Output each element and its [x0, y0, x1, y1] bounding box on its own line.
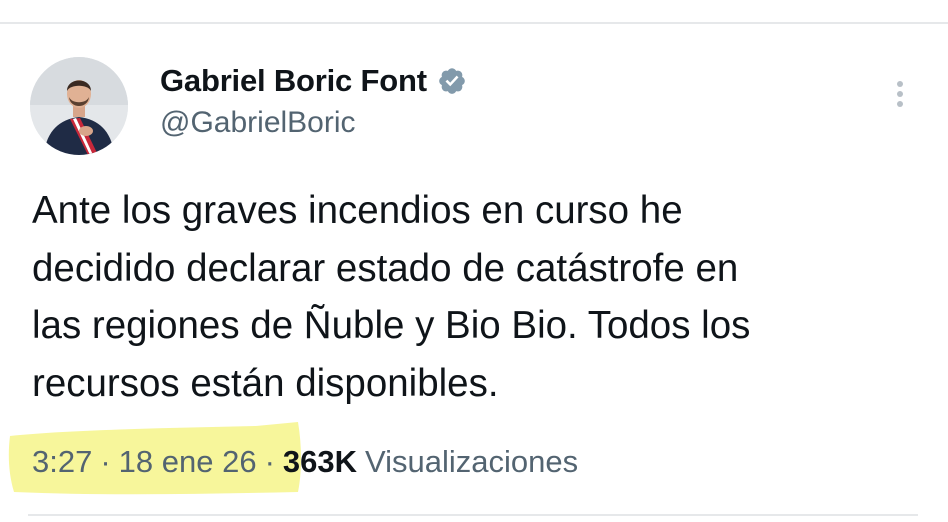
tweet-time[interactable]: 3:27: [32, 444, 92, 480]
avatar[interactable]: [30, 57, 128, 155]
meta-separator: ·: [264, 444, 275, 479]
bottom-divider: [28, 514, 918, 516]
meta-separator: ·: [100, 444, 111, 479]
author-handle[interactable]: @GabrielBoric: [160, 106, 356, 140]
verified-badge-icon[interactable]: [437, 66, 467, 96]
author-display-name[interactable]: Gabriel Boric Font: [160, 63, 427, 99]
tweet-date[interactable]: 18 ene 26: [119, 444, 257, 480]
tweet-text: Ante los graves incendios en curso he de…: [32, 189, 751, 405]
author-name-row: Gabriel Boric Font: [160, 60, 467, 102]
views-label: Visualizaciones: [365, 444, 579, 479]
tweet-meta: 3:27 · 18 ene 26 · 363K Visualizaciones: [32, 444, 578, 480]
avatar-image: [30, 57, 128, 155]
top-divider: [0, 22, 948, 24]
more-vertical-icon[interactable]: [886, 78, 914, 114]
views-count: 363K: [282, 444, 358, 479]
